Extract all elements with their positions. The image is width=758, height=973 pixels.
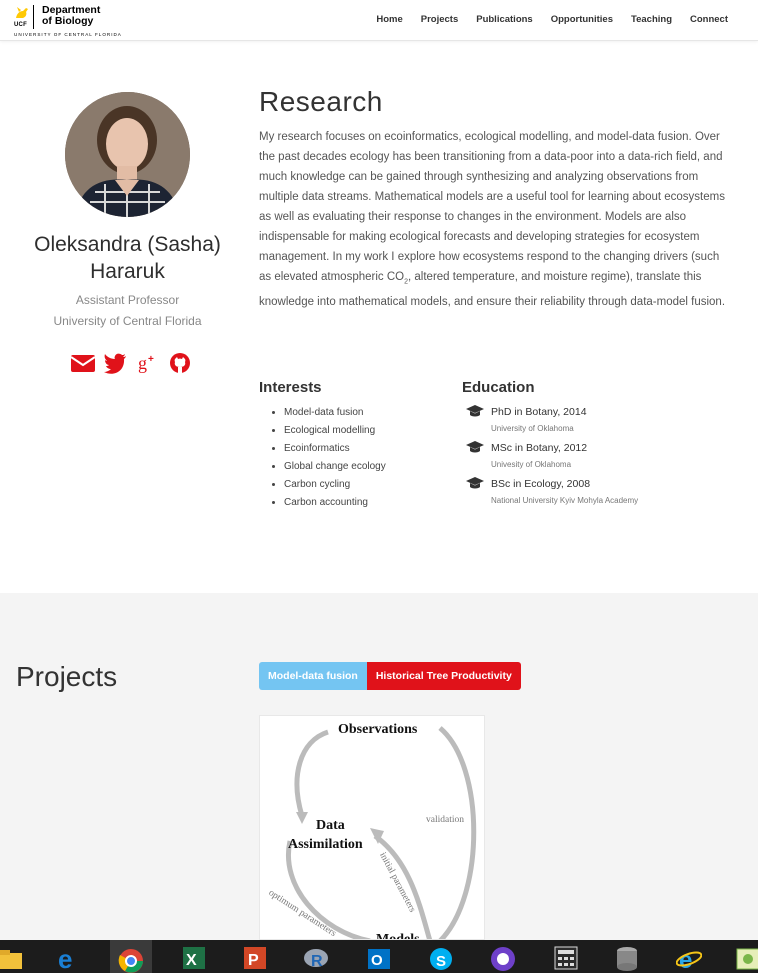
- projects-heading: Projects: [16, 661, 118, 692]
- svg-text:S: S: [436, 953, 446, 970]
- powerpoint-icon[interactable]: P: [242, 945, 268, 971]
- list-item: Carbon cycling: [284, 476, 386, 494]
- education-institution: National University Kyiv Mohyla Academy: [491, 496, 639, 505]
- diagram-data: Data: [316, 818, 345, 833]
- profile-position: Assistant Professor: [75, 293, 180, 307]
- edge-icon[interactable]: e: [56, 945, 82, 971]
- svg-text:O: O: [371, 952, 383, 969]
- education-heading: Education: [462, 379, 535, 396]
- education-item: MSc in Botany, 2012 Univesity of Oklahom…: [466, 441, 706, 477]
- photos-icon[interactable]: [735, 945, 758, 971]
- model-data-fusion-diagram: Observations Data Assimilation validatio…: [259, 715, 485, 940]
- svg-text:X: X: [186, 952, 197, 969]
- logo-dept-line2: of Biology: [42, 15, 94, 27]
- diagram-observations: Observations: [338, 722, 418, 737]
- diagram-validation: validation: [426, 815, 464, 825]
- svg-text:e: e: [58, 945, 72, 971]
- avatar: [65, 92, 190, 217]
- excel-icon[interactable]: X: [181, 945, 207, 971]
- education-degree: PhD in Botany, 2014: [491, 406, 587, 418]
- github-desktop-icon[interactable]: [490, 945, 516, 971]
- profile-affiliation: University of Central Florida: [53, 314, 202, 328]
- list-item: Ecoinformatics: [284, 440, 386, 458]
- envelope-icon[interactable]: [70, 352, 96, 374]
- social-links: g +: [70, 352, 193, 374]
- google-plus-icon[interactable]: g +: [136, 352, 160, 374]
- portrait-image: [65, 92, 190, 217]
- logo-divider: [33, 5, 34, 29]
- project-tabs: Model-data fusion Historical Tree Produc…: [259, 662, 521, 690]
- logo-ucf-text: UCF: [14, 22, 27, 28]
- education-degree: MSc in Botany, 2012: [491, 442, 588, 454]
- nav-home[interactable]: Home: [376, 14, 402, 25]
- svg-text:R: R: [311, 953, 323, 970]
- database-icon[interactable]: [614, 945, 640, 971]
- list-item: Carbon accounting: [284, 494, 386, 512]
- graduation-cap-icon: [466, 405, 484, 417]
- graduation-cap-icon: [466, 441, 484, 453]
- tab-historical-tree-productivity[interactable]: Historical Tree Productivity: [366, 662, 521, 690]
- file-explorer-icon[interactable]: [0, 945, 26, 971]
- education-item: BSc in Ecology, 2008 National University…: [466, 477, 706, 513]
- nav-opportunities[interactable]: Opportunities: [551, 14, 613, 25]
- graduation-cap-icon: [466, 477, 484, 489]
- list-item: Global change ecology: [284, 458, 386, 476]
- profile-subtitle: Assistant Professor University of Centra…: [0, 290, 255, 332]
- list-item: Model-data fusion: [284, 404, 386, 422]
- education-institution: Univesity of Oklahoma: [491, 460, 572, 469]
- education-institution: University of Oklahoma: [491, 424, 574, 433]
- tab-model-data-fusion[interactable]: Model-data fusion: [259, 662, 367, 690]
- pegasus-icon: [16, 7, 28, 18]
- interests-list: Model-data fusion Ecological modelling E…: [284, 404, 386, 512]
- github-icon[interactable]: [169, 352, 193, 374]
- diagram-assimilation: Assimilation: [288, 837, 363, 852]
- nav-publications[interactable]: Publications: [476, 14, 532, 25]
- r-icon[interactable]: R: [303, 945, 329, 971]
- nav-teaching[interactable]: Teaching: [631, 14, 672, 25]
- twitter-icon[interactable]: [103, 352, 127, 374]
- profile-name: Oleksandra (Sasha) Hararuk: [34, 233, 221, 283]
- education-degree: BSc in Ecology, 2008: [491, 478, 591, 490]
- interests-heading: Interests: [259, 379, 322, 396]
- nav-links: Home Projects Publications Opportunities…: [358, 14, 728, 25]
- svg-text:P: P: [248, 952, 259, 969]
- education-list: PhD in Botany, 2014 University of Oklaho…: [466, 405, 706, 513]
- svg-text:e: e: [679, 947, 692, 971]
- windows-taskbar: e X P R O S e: [0, 940, 758, 973]
- research-heading: Research: [259, 86, 383, 117]
- logo-university-text: UNIVERSITY OF CENTRAL FLORIDA: [14, 32, 122, 37]
- internet-explorer-icon[interactable]: e: [676, 945, 702, 971]
- svg-text:+: +: [148, 354, 154, 365]
- svg-text:g: g: [138, 353, 147, 373]
- navbar: UCF Department of Biology UNIVERSITY OF …: [0, 0, 758, 41]
- list-item: Ecological modelling: [284, 422, 386, 440]
- research-text: My research focuses on ecoinformatics, e…: [259, 127, 731, 312]
- chrome-icon[interactable]: [110, 940, 152, 973]
- nav-connect[interactable]: Connect: [690, 14, 728, 25]
- outlook-icon[interactable]: O: [366, 945, 392, 971]
- ucf-biology-logo[interactable]: UCF Department of Biology UNIVERSITY OF …: [14, 4, 126, 38]
- diagram-models: Models: [376, 932, 420, 940]
- skype-icon[interactable]: S: [428, 945, 454, 971]
- logo-dept-text: Department of Biology: [42, 5, 100, 27]
- nav-projects[interactable]: Projects: [421, 14, 459, 25]
- education-item: PhD in Botany, 2014 University of Oklaho…: [466, 405, 706, 441]
- research-text-part1: My research focuses on ecoinformatics, e…: [259, 131, 725, 283]
- calculator-icon[interactable]: [553, 945, 579, 971]
